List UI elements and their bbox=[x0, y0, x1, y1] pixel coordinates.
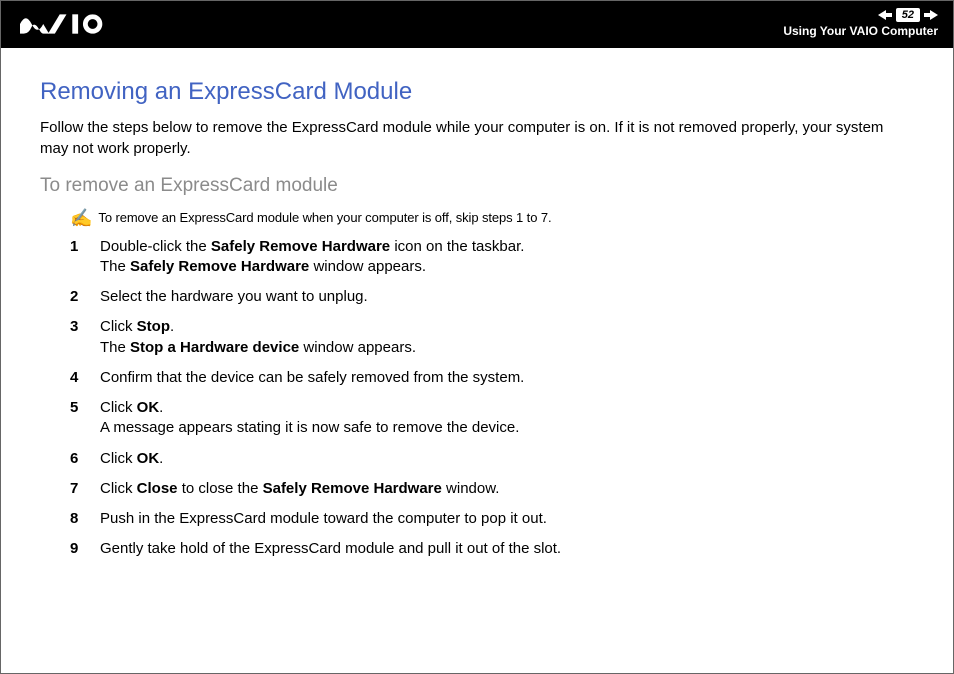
page-nav: 52 bbox=[878, 8, 938, 22]
section-breadcrumb: Using Your VAIO Computer bbox=[783, 23, 938, 39]
intro-paragraph: Follow the steps below to remove the Exp… bbox=[40, 118, 914, 159]
step-8: Push in the ExpressCard module toward th… bbox=[70, 509, 914, 529]
step-3: Click Stop. The Stop a Hardware device w… bbox=[70, 317, 914, 358]
step-1: Double-click the Safely Remove Hardware … bbox=[70, 237, 914, 278]
step-5: Click OK. A message appears stating it i… bbox=[70, 398, 914, 439]
step-2: Select the hardware you want to unplug. bbox=[70, 287, 914, 307]
next-page-arrow-icon[interactable] bbox=[924, 10, 938, 20]
note-text: To remove an ExpressCard module when you… bbox=[98, 209, 551, 227]
step-6: Click OK. bbox=[70, 449, 914, 469]
page-number: 52 bbox=[896, 8, 920, 22]
note: ✍ To remove an ExpressCard module when y… bbox=[70, 209, 914, 227]
steps-list: Double-click the Safely Remove Hardware … bbox=[70, 237, 914, 560]
header-bar: 52 Using Your VAIO Computer bbox=[0, 0, 954, 48]
vaio-logo bbox=[20, 14, 112, 34]
step-9: Gently take hold of the ExpressCard modu… bbox=[70, 539, 914, 559]
page-title: Removing an ExpressCard Module bbox=[40, 76, 914, 108]
prev-page-arrow-icon[interactable] bbox=[878, 10, 892, 20]
step-7: Click Close to close the Safely Remove H… bbox=[70, 479, 914, 499]
page-content: Removing an ExpressCard Module Follow th… bbox=[0, 48, 954, 560]
section-subtitle: To remove an ExpressCard module bbox=[40, 173, 914, 199]
step-4: Confirm that the device can be safely re… bbox=[70, 368, 914, 388]
note-icon: ✍ bbox=[70, 209, 92, 227]
